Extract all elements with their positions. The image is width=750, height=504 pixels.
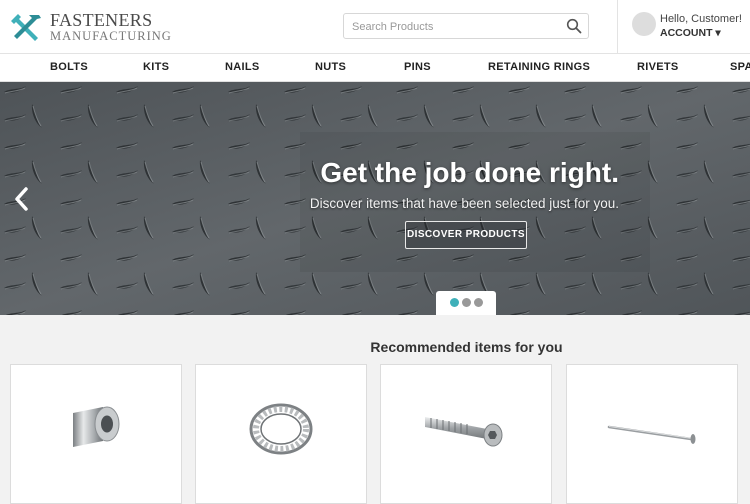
nav-item-pins[interactable]: PINS: [404, 61, 431, 73]
discover-products-button[interactable]: DISCOVER PRODUCTS: [405, 221, 527, 249]
spacer-bushing-icon: [73, 406, 120, 447]
account-greeting: Hello, Customer!: [660, 13, 742, 25]
tools-logo-icon: [11, 14, 41, 41]
nav-item-rivets[interactable]: RIVETS: [637, 61, 679, 73]
nav-item-spa[interactable]: SPA: [730, 61, 750, 73]
site-logo[interactable]: FASTENERS MANUFACTURING: [10, 10, 190, 46]
product-card-1[interactable]: [10, 364, 182, 504]
carousel-dot-3[interactable]: [474, 298, 483, 307]
category-nav: BOLTS KITS NAILS NUTS PINS RETAINING RIN…: [0, 54, 750, 82]
nav-item-nuts[interactable]: NUTS: [315, 61, 346, 73]
hero-subtitle: Discover items that have been selected j…: [309, 196, 619, 211]
hero-carousel: Get the job done right. Discover items t…: [0, 82, 750, 315]
nav-item-kits[interactable]: KITS: [143, 61, 169, 73]
nav-item-retaining-rings[interactable]: RETAINING RINGS: [488, 61, 590, 73]
carousel-dot-1[interactable]: [450, 298, 459, 307]
carousel-dot-2[interactable]: [462, 298, 471, 307]
nav-item-bolts[interactable]: BOLTS: [50, 61, 88, 73]
nail-icon: [607, 425, 696, 444]
carousel-pagination: [436, 291, 496, 315]
hero-title: Get the job done right.: [320, 157, 619, 188]
socket-cap-screw-icon: [425, 417, 503, 447]
logo-name: FASTENERS: [50, 10, 153, 30]
search-icon[interactable]: [566, 18, 582, 34]
caret-down-icon: ▾: [715, 27, 721, 39]
site-header: FASTENERS MANUFACTURING Hello, Customer!…: [0, 0, 750, 54]
carousel-prev-button[interactable]: [13, 186, 31, 212]
account-dropdown[interactable]: ACCOUNT ▾: [660, 27, 721, 39]
avatar[interactable]: [632, 12, 656, 36]
search-box: [343, 13, 589, 39]
account-menu[interactable]: Hello, Customer! ACCOUNT ▾: [617, 0, 750, 53]
product-card-2[interactable]: [195, 364, 367, 504]
product-card-4[interactable]: [566, 364, 738, 504]
search-input[interactable]: [350, 17, 564, 37]
account-label: ACCOUNT: [660, 27, 713, 39]
logo-tagline: MANUFACTURING: [50, 29, 172, 43]
product-card-3[interactable]: [380, 364, 552, 504]
recommended-heading: Recommended items for you: [370, 339, 563, 355]
nav-item-nails[interactable]: NAILS: [225, 61, 260, 73]
lock-washer-icon: [249, 403, 313, 455]
